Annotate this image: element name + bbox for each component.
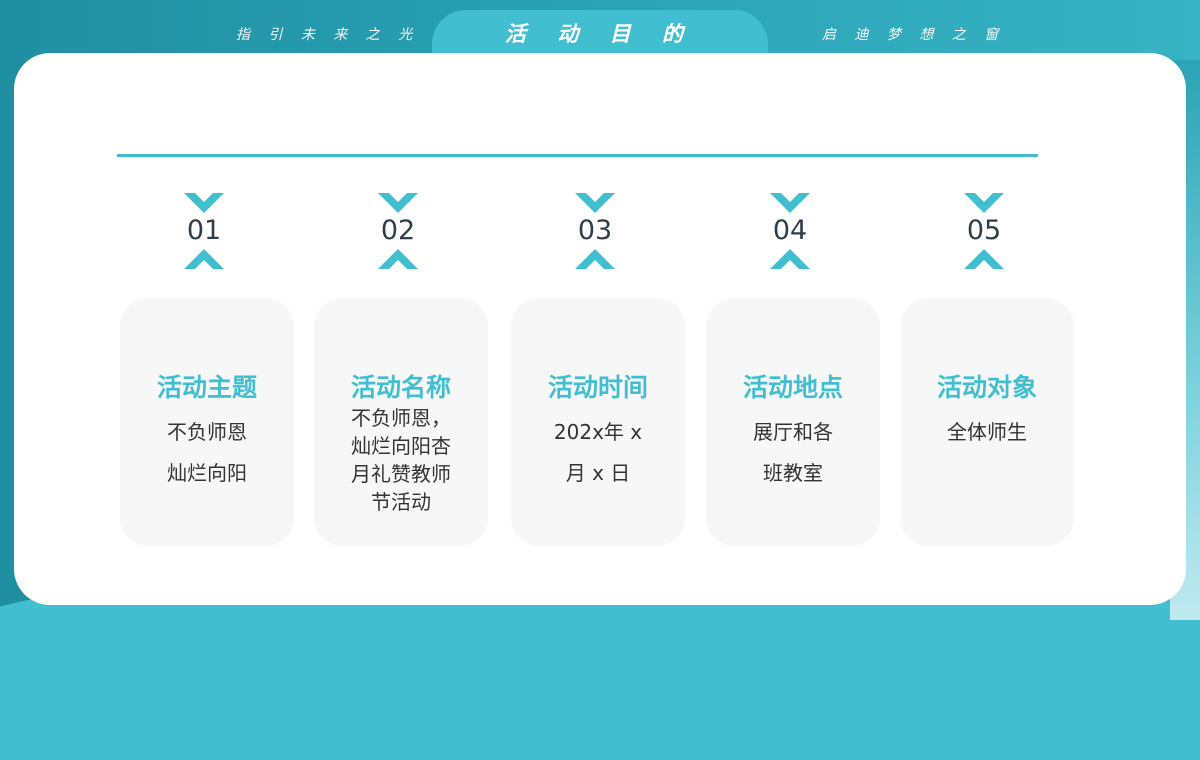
step-header-1: 01 [117,193,291,269]
chevron-down-icon [575,193,615,213]
step-header-4: 04 [703,193,877,269]
info-card-line: 月礼赞教师 [351,462,451,486]
info-card-3: 活动时间 202x年 x 月 x 日 [511,298,685,546]
info-card-text: 不负师恩 灿烂向阳 [132,412,282,494]
info-card-line: 月 x 日 [565,461,631,485]
info-card-5: 活动对象 全体师生 [900,298,1074,546]
step-number: 04 [772,215,808,246]
info-card-text: 展厅和各 班教室 [718,412,868,494]
chevron-up-icon [770,249,810,269]
step-header-5: 05 [897,193,1071,269]
info-card-line: 202x年 x [553,420,643,444]
info-card-4: 活动地点 展厅和各 班教室 [706,298,880,546]
step-number: 05 [966,215,1002,246]
chevron-down-icon [770,193,810,213]
step-number: 03 [577,215,613,246]
step-header-3: 03 [508,193,682,269]
info-card-title: 活动对象 [936,373,1037,402]
chevron-up-icon [378,249,418,269]
divider-line [117,154,1038,157]
info-card-line: 节活动 [371,490,431,514]
info-card-line: 灿烂向阳杏 [351,434,451,458]
chevron-up-icon [575,249,615,269]
info-card-title: 活动名称 [350,373,451,402]
info-card-text: 202x年 x 月 x 日 [523,412,673,494]
chevron-up-icon [964,249,1004,269]
chevron-down-icon [184,193,224,213]
chevron-down-icon [378,193,418,213]
chevron-down-icon [964,193,1004,213]
info-card-title: 活动时间 [547,373,648,402]
step-number: 01 [186,215,222,246]
info-card-text: 全体师生 [912,412,1062,453]
chevron-up-icon [184,249,224,269]
page-title: 活 动 目 的 [505,22,695,46]
info-card-text: 不负师恩， 灿烂向阳杏 月礼赞教师 节活动 [326,404,476,516]
info-card-title: 活动主题 [156,373,257,402]
info-card-line: 灿烂向阳 [167,461,247,485]
info-card-title: 活动地点 [742,373,843,402]
info-card-line: 全体师生 [947,420,1027,444]
info-card-line: 不负师恩 [167,420,247,444]
step-header-2: 02 [311,193,485,269]
info-card-line: 展厅和各 [753,420,833,444]
step-number: 02 [380,215,416,246]
info-card-line: 不负师恩， [351,406,451,430]
header-tagline-right: 启 迪 梦 想 之 窗 [822,27,1006,43]
info-card-2: 活动名称 不负师恩， 灿烂向阳杏 月礼赞教师 节活动 [314,298,488,546]
info-card-1: 活动主题 不负师恩 灿烂向阳 [120,298,294,546]
info-card-line: 班教室 [763,461,823,485]
header-tagline-left: 指 引 未 来 之 光 [236,27,420,43]
